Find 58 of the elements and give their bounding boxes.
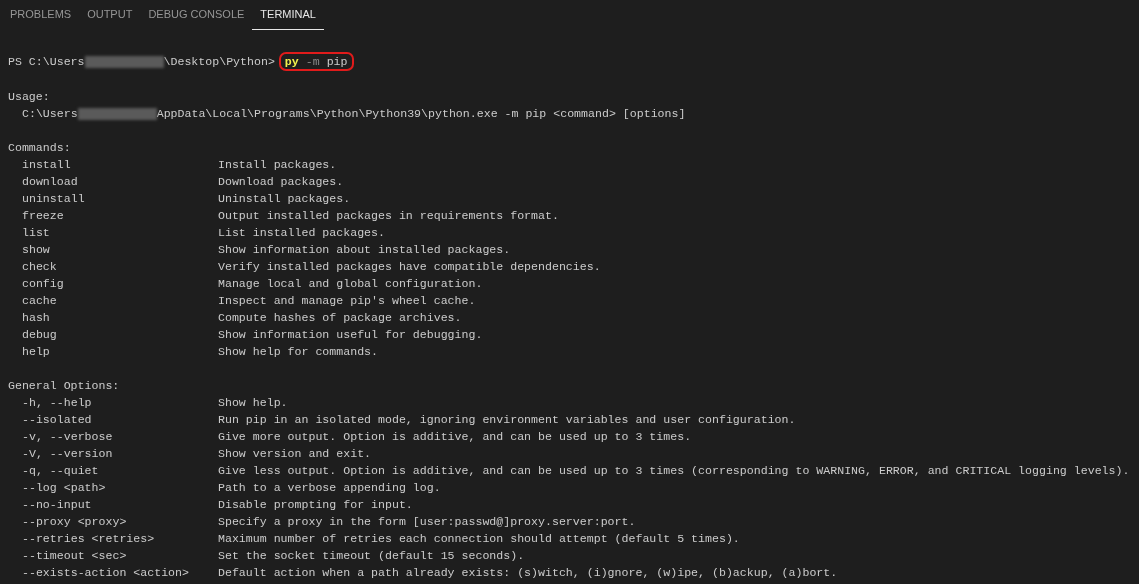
option-name: -V, --version (22, 447, 113, 460)
section-heading: Usage: (8, 89, 50, 105)
option-description: Verify installed packages have compatible dependencies. (218, 259, 601, 275)
option-description: Compute hashes of package archives. (218, 310, 462, 326)
option-name: uninstall (22, 192, 85, 205)
option-name: debug (22, 328, 57, 341)
option-description: Give less output. Option is additive, and can be used up to 3 times (corresponding to WARNING, ERROR, and CRITICAL logging levels). (218, 463, 1130, 479)
option-name: --log <path> (22, 481, 106, 494)
section-heading: General Options: (8, 378, 120, 394)
option-description: Maximum number of retries each connection should attempt (default 5 times). (218, 531, 740, 547)
option-description: Run pip in an isolated mode, ignoring environment variables and user configuration. (218, 412, 796, 428)
option-name: help (22, 345, 50, 358)
option-name: show (22, 243, 50, 256)
option-description: Install packages. (218, 157, 337, 173)
panel-tab[interactable]: PROBLEMS (2, 0, 80, 30)
option-description: Show version and exit. (218, 446, 372, 462)
command-highlight: py -m pip (278, 52, 354, 71)
option-description: Download packages. (218, 174, 344, 190)
option-name: list (22, 226, 50, 239)
option-name: hash (22, 311, 50, 324)
panel-tab[interactable]: TERMINAL (252, 0, 324, 30)
option-name: --no-input (22, 498, 92, 511)
usage-text: AppData\Local\Programs\Python\Python39\python.exe -m pip <command> [options] (156, 106, 686, 122)
option-name: -v, --verbose (22, 430, 113, 443)
panel-tab[interactable]: OUTPUT (79, 0, 141, 30)
option-description: Set the socket timeout (default 15 seconds). (218, 548, 525, 564)
option-name: freeze (22, 209, 64, 222)
option-name: --isolated (22, 413, 92, 426)
option-name: --exists-action <action> (22, 566, 189, 579)
section-heading: Commands: (8, 140, 71, 156)
option-name: -h, --help (22, 396, 92, 409)
option-name: config (22, 277, 64, 290)
option-name: check (22, 260, 57, 273)
option-description: Output installed packages in requirements format. (218, 208, 559, 224)
option-description: Default action when a path already exists: (s)witch, (i)gnore, (w)ipe, (b)ackup, (a)bort. (218, 565, 838, 581)
option-name: install (22, 158, 71, 171)
option-description: Inspect and manage pip's wheel cache. (218, 293, 476, 309)
option-description: Disable prompting for input. (218, 497, 413, 513)
prompt-text: PS C:\Users (8, 54, 85, 70)
option-description: Manage local and global configuration. (218, 276, 483, 292)
option-name: cache (22, 294, 57, 307)
option-name: --retries <retries> (22, 532, 155, 545)
option-description: Uninstall packages. (218, 191, 351, 207)
option-description: Show help for commands. (218, 344, 379, 360)
prompt-text: \Desktop\Python> (163, 54, 275, 70)
option-name: download (22, 175, 78, 188)
usage-text: C:\Users (22, 106, 78, 122)
option-name: -q, --quiet (22, 464, 99, 477)
option-description: Path to a verbose appending log. (218, 480, 441, 496)
option-description: Show information useful for debugging. (218, 327, 483, 343)
option-description: Show help. (218, 395, 288, 411)
option-description: List installed packages. (218, 225, 385, 241)
option-description: Give more output. Option is additive, and can be used up to 3 times. (218, 429, 692, 445)
option-name: --timeout <sec> (22, 549, 127, 562)
option-description: Show information about installed packages. (218, 242, 511, 258)
option-description: Specify a proxy in the form [user:passwd@]proxy.server:port. (218, 514, 636, 530)
panel-tab[interactable]: DEBUG CONSOLE (140, 0, 253, 30)
option-name: --proxy <proxy> (22, 515, 127, 528)
